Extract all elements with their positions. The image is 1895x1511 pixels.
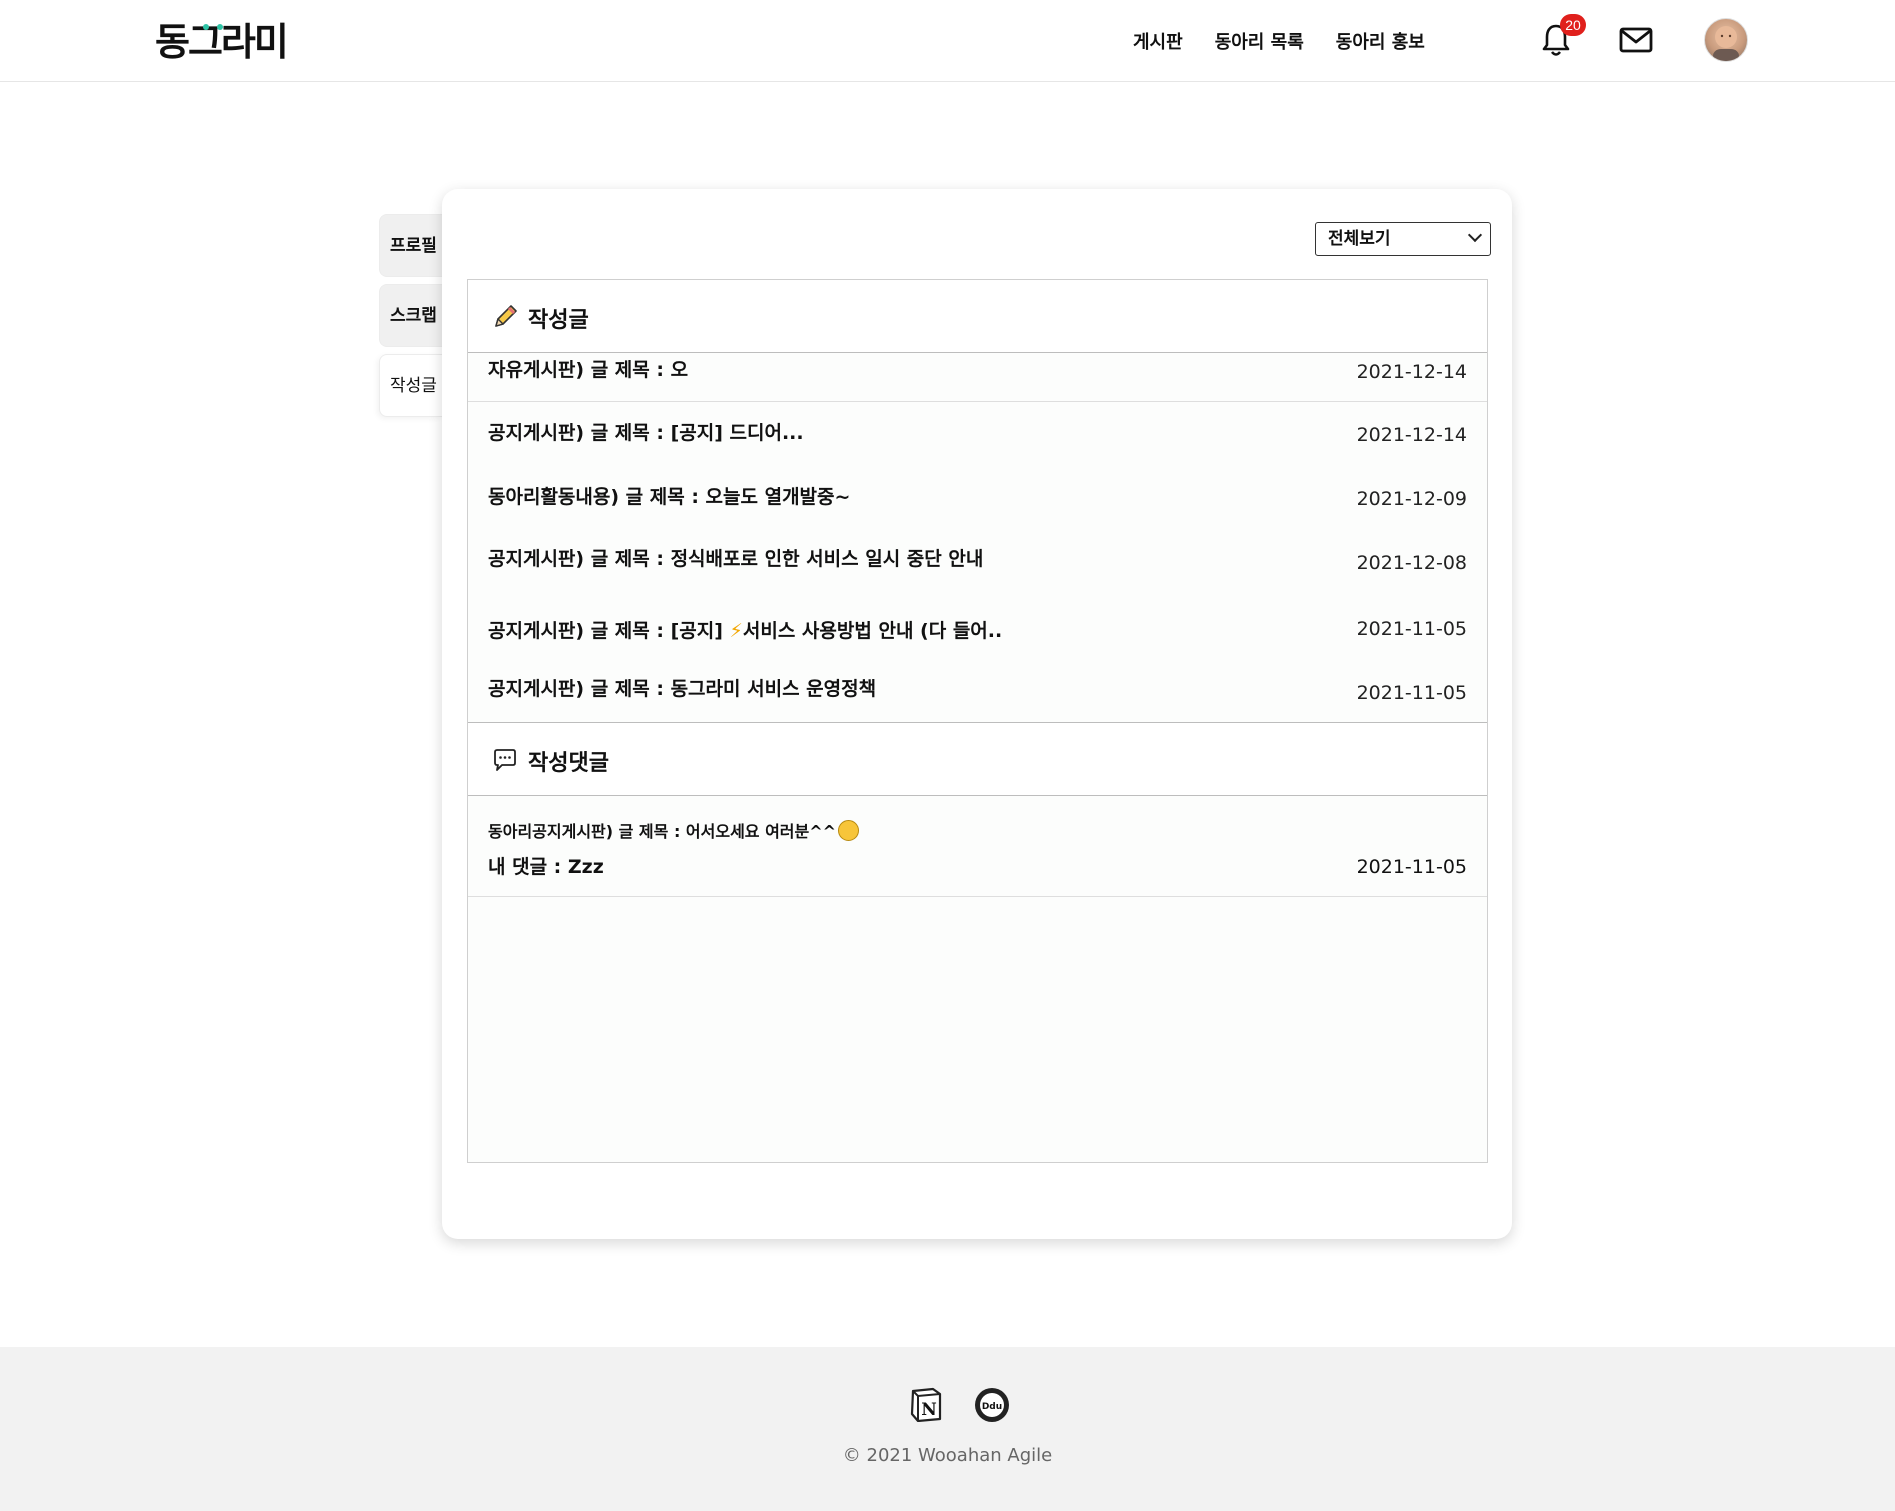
activity-panel: 작성글 자유게시판) 글 제목 : 오 2021-12-14 공지게시판) 글 … xyxy=(467,279,1488,1163)
svg-text:N: N xyxy=(921,1400,937,1420)
nav-club-list[interactable]: 동아리 목록 xyxy=(1215,28,1304,54)
posts-section-title: 작성글 xyxy=(528,308,589,333)
tab-scrap[interactable]: 스크랩 xyxy=(379,284,443,347)
speech-bubble-icon xyxy=(494,749,516,771)
post-date: 2021-12-14 xyxy=(1356,424,1467,446)
wink-kiss-emoji-icon xyxy=(838,820,860,841)
post-row[interactable]: 공지게시판) 글 제목 : [공지] ⚡서비스 사용방법 안내 (다 들어.. … xyxy=(468,594,1487,659)
post-title-suffix: 서비스 사용방법 안내 (다 들어.. xyxy=(742,620,1003,642)
post-row[interactable]: 동아리활동내용) 글 제목 : 오늘도 열개발중~ 2021-12-09 xyxy=(468,466,1487,531)
footer: N Ddu © 2021 Wooahan Agile xyxy=(0,1347,1895,1511)
post-date: 2021-12-14 xyxy=(1356,361,1467,383)
comment-date: 2021-11-05 xyxy=(1356,856,1467,878)
top-header: 동그라미 게시판 동아리 목록 동아리 홍보 20 xyxy=(0,0,1895,82)
filter-select[interactable]: 전체보기 xyxy=(1315,222,1491,256)
logo[interactable]: 동그라미 xyxy=(155,18,289,66)
main-nav: 게시판 동아리 목록 동아리 홍보 xyxy=(1133,28,1425,54)
velog-icon[interactable]: Ddu xyxy=(973,1386,1011,1424)
tab-profile-label: 프로필 xyxy=(390,236,437,256)
post-date: 2021-11-05 xyxy=(1356,618,1467,640)
posts-section-header: 작성글 xyxy=(468,280,1487,353)
nav-club-promo[interactable]: 동아리 홍보 xyxy=(1336,28,1425,54)
post-title: 공지게시판) 글 제목 : [공지] ⚡서비스 사용방법 안내 (다 들어.. xyxy=(488,616,1002,643)
pencil-icon xyxy=(495,305,517,327)
comment-row[interactable]: 동아리공지게시판) 글 제목 : 어서오세요 여러분^^ 내 댓글 : Zzz … xyxy=(468,796,1487,897)
mail-icon[interactable] xyxy=(1619,26,1653,54)
logo-dot xyxy=(203,24,209,30)
post-title: 동아리활동내용) 글 제목 : 오늘도 열개발중~ xyxy=(488,486,851,508)
post-row[interactable]: 공지게시판) 글 제목 : [공지] 드디어... 2021-12-14 xyxy=(468,402,1487,467)
comment-text: 내 댓글 : Zzz xyxy=(488,856,604,878)
notion-icon[interactable]: N xyxy=(909,1386,943,1422)
copyright-text: © 2021 Wooahan Agile xyxy=(842,1445,1053,1466)
post-title: 자유게시판) 글 제목 : 오 xyxy=(488,359,689,381)
post-row[interactable]: 공지게시판) 글 제목 : 정식배포로 인한 서비스 일시 중단 안내 2021… xyxy=(468,530,1487,595)
avatar-image xyxy=(1713,26,1739,61)
notification-badge: 20 xyxy=(1560,14,1586,36)
chevron-down-icon xyxy=(1467,227,1483,243)
post-title: 공지게시판) 글 제목 : 동그라미 서비스 운영정책 xyxy=(488,678,877,700)
comments-section-title: 작성댓글 xyxy=(528,751,609,776)
comment-post-title-text: 동아리공지게시판) 글 제목 : 어서오세요 여러분^^ xyxy=(488,822,837,841)
post-date: 2021-11-05 xyxy=(1356,682,1467,704)
nav-board[interactable]: 게시판 xyxy=(1133,28,1183,54)
logo-dot xyxy=(217,24,223,30)
comments-section-header: 작성댓글 xyxy=(468,723,1487,796)
comment-post-title: 동아리공지게시판) 글 제목 : 어서오세요 여러분^^ xyxy=(488,818,860,842)
tab-my-posts[interactable]: 작성글 xyxy=(379,354,443,417)
filter-select-value: 전체보기 xyxy=(1328,229,1391,249)
svg-text:Ddu: Ddu xyxy=(982,1402,1002,1412)
tab-scrap-label: 스크랩 xyxy=(390,306,437,326)
post-title-prefix: 공지게시판) 글 제목 : [공지] xyxy=(488,620,730,642)
post-title: 공지게시판) 글 제목 : [공지] 드디어... xyxy=(488,422,804,444)
avatar[interactable] xyxy=(1704,18,1748,62)
tab-my-posts-label: 작성글 xyxy=(390,376,437,396)
lightning-icon: ⚡ xyxy=(729,620,743,642)
post-row[interactable]: 공지게시판) 글 제목 : 동그라미 서비스 운영정책 2021-11-05 xyxy=(468,658,1487,723)
post-date: 2021-12-08 xyxy=(1356,552,1467,574)
post-title: 공지게시판) 글 제목 : 정식배포로 인한 서비스 일시 중단 안내 xyxy=(488,548,984,570)
post-row[interactable]: 자유게시판) 글 제목 : 오 2021-12-14 xyxy=(468,353,1487,402)
tab-profile[interactable]: 프로필 xyxy=(379,214,443,277)
post-date: 2021-12-09 xyxy=(1356,488,1467,510)
